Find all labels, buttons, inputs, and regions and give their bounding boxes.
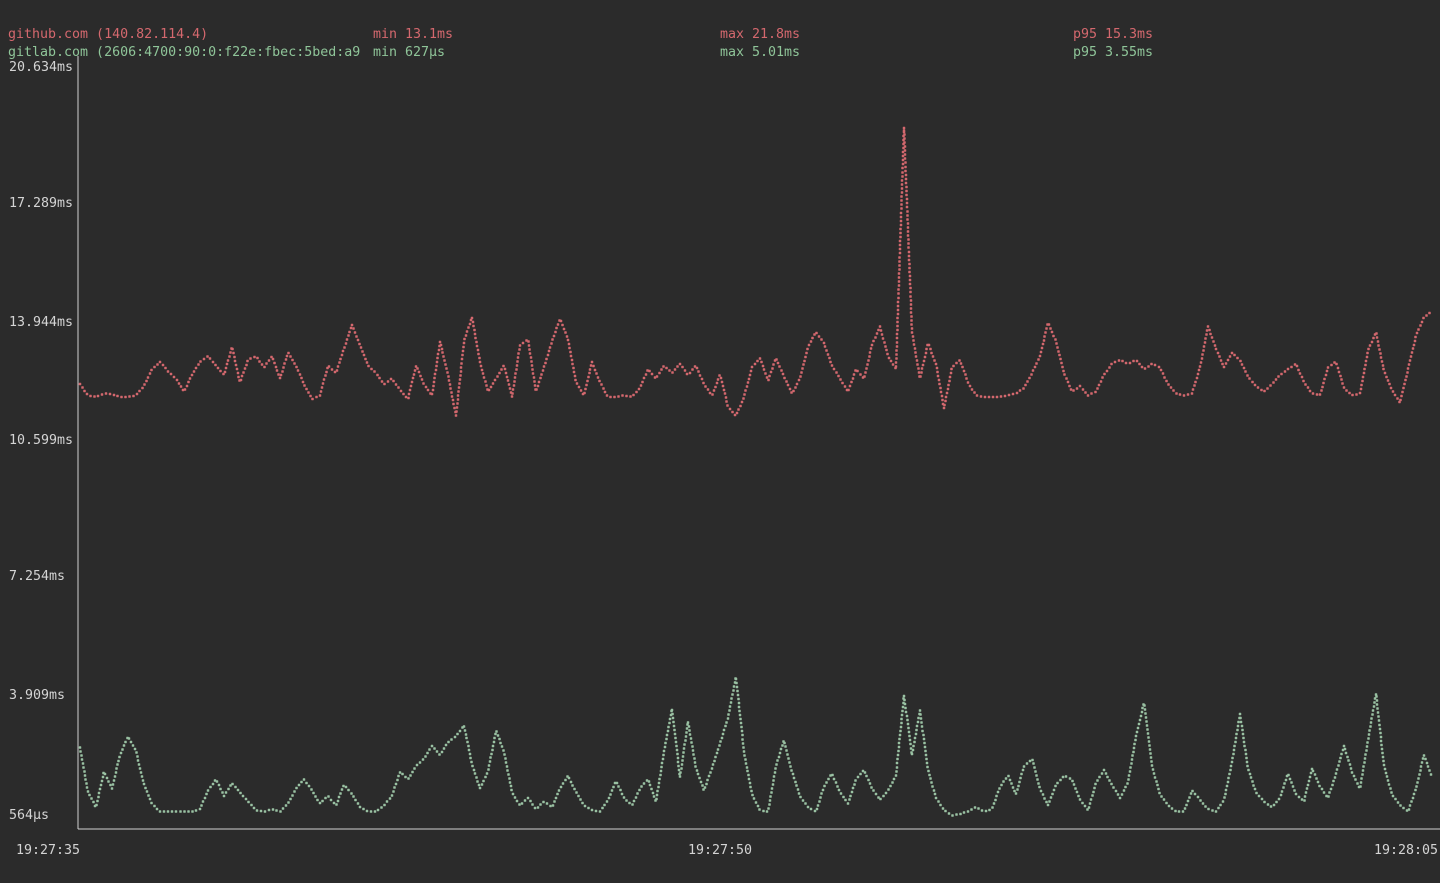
- y-axis-label: 20.634ms: [9, 60, 73, 75]
- x-axis-label: 19:27:35: [16, 843, 80, 858]
- y-axis-label: 10.599ms: [9, 433, 73, 448]
- x-axis-label: 19:27:50: [688, 843, 752, 858]
- y-axis-label: 17.289ms: [9, 196, 73, 211]
- y-axis-label: 564µs: [9, 808, 49, 823]
- gping-terminal-window: github.com (140.82.114.4) min 13.1ms max…: [0, 0, 1440, 883]
- y-axis-label: 7.254ms: [9, 569, 65, 584]
- latency-chart: [0, 0, 1440, 883]
- x-axis-label: 19:28:05: [1374, 843, 1438, 858]
- y-axis-label: 13.944ms: [9, 315, 73, 330]
- y-axis-label: 3.909ms: [9, 688, 65, 703]
